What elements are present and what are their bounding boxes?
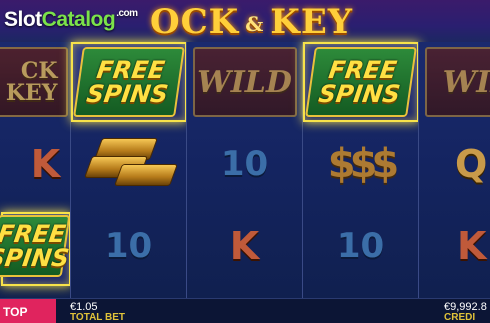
ten-symbol: 10: [220, 144, 269, 184]
free-spins-symbol: FREE SPINS: [0, 215, 71, 277]
reel-5-row-1: WIL: [419, 42, 490, 122]
reel-3-row-1: WILD: [187, 42, 302, 122]
bottom-bar: TOP €1.05 TOTAL BET €9,992.8 CREDI: [0, 298, 490, 323]
k-symbol: K: [229, 224, 260, 268]
reel-4-row-3: 10: [303, 206, 418, 286]
wild-symbol: WIL: [425, 47, 490, 117]
ten-symbol: 10: [104, 226, 153, 266]
watermark-part-2: Catalog: [41, 8, 116, 31]
lock-and-key-symbol: CK KEY: [0, 47, 68, 117]
reel-5: WIL Q K: [418, 42, 490, 298]
reel-3: WILD 10 K: [186, 42, 302, 298]
reel-4-row-1: FREE SPINS: [303, 42, 418, 122]
q-symbol: Q: [455, 142, 488, 186]
reel-2-row-2: [71, 124, 186, 204]
free-spins-symbol: FREE SPINS: [72, 47, 185, 117]
credit-label: CREDI: [444, 312, 476, 323]
k-symbol: K: [457, 224, 487, 268]
watermark-part-1: Slot: [4, 8, 42, 31]
free-spins-symbol: FREE SPINS: [304, 47, 417, 117]
reel-1-row-3: FREE SPINS: [0, 206, 71, 286]
dollar-signs-symbol: $$$: [327, 141, 399, 187]
reel-4-row-2: $$$: [303, 124, 418, 204]
wild-symbol: WILD: [192, 47, 297, 117]
free-spins-text-2: SPINS: [0, 244, 71, 272]
free-spins-text-2: SPINS: [84, 80, 170, 108]
reel-1-row-2: K: [0, 124, 70, 204]
ten-symbol: 10: [336, 226, 385, 266]
total-bet-label: TOTAL BET: [70, 312, 125, 323]
lock-symbol-text-2: KEY: [5, 80, 58, 106]
reel-1-row-1: CK KEY: [0, 42, 70, 122]
watermark-suffix: .com: [116, 8, 138, 19]
wild-text: WIL: [442, 64, 490, 100]
reel-2: FREE SPINS 10: [70, 42, 187, 298]
stop-button-label: TOP: [3, 304, 28, 319]
reel-2-row-1: FREE SPINS: [71, 42, 186, 122]
game-title: OCK & KEY: [150, 2, 370, 44]
game-stage: CK KEY K FREE SPINS FREE SPINS 10 WILD 1…: [0, 0, 490, 298]
game-title-right: KEY: [270, 2, 354, 42]
reel-4: FREE SPINS $$$ 10: [302, 42, 419, 298]
watermark-logo: SlotCatalog.com: [4, 8, 138, 32]
lock-symbol-text-1: CK: [20, 58, 58, 84]
reel-3-row-3: K: [187, 206, 302, 286]
free-spins-text-1: FREE: [326, 56, 398, 84]
free-spins-text-2: SPINS: [316, 80, 402, 108]
k-symbol: K: [30, 142, 61, 186]
free-spins-text-1: FREE: [0, 220, 68, 248]
wild-text: WILD: [197, 64, 292, 100]
gold-bars-symbol: [83, 134, 178, 194]
reel-2-row-3: 10: [71, 206, 186, 286]
reel-5-row-2: Q: [419, 124, 490, 204]
reel-1: CK KEY K FREE SPINS: [0, 42, 71, 298]
game-title-ampersand: &: [245, 12, 265, 36]
free-spins-text-1: FREE: [94, 56, 166, 84]
game-title-left: OCK: [150, 2, 240, 42]
reel-5-row-3: K: [419, 206, 490, 286]
stop-button[interactable]: TOP: [0, 299, 56, 323]
reel-3-row-2: 10: [187, 124, 302, 204]
